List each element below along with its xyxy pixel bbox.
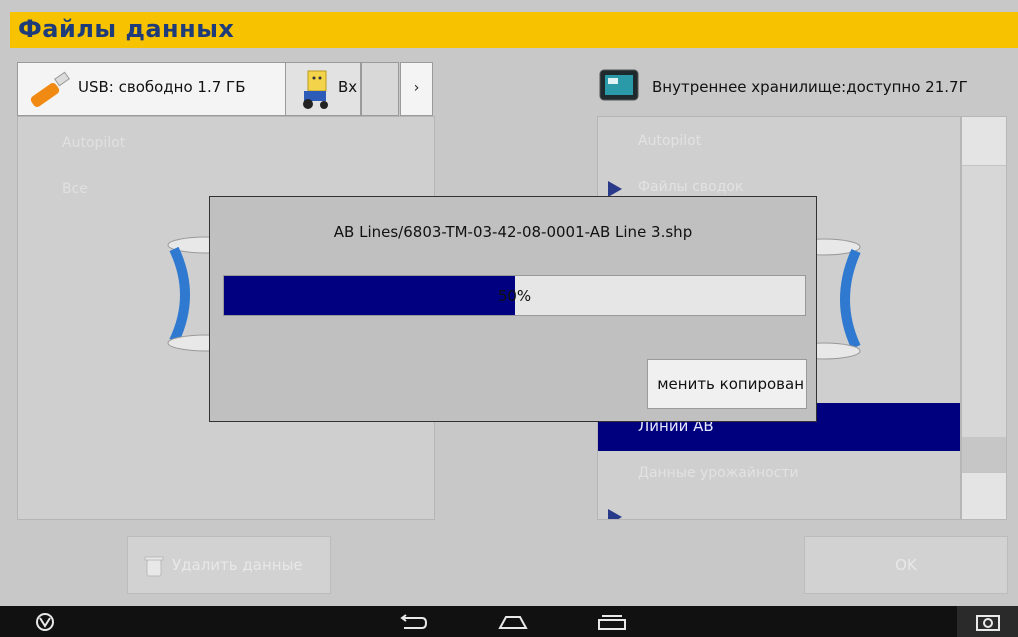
expand-arrow-icon[interactable] — [608, 181, 622, 197]
list-item[interactable]: Данные урожайности — [638, 465, 799, 481]
display-unit-icon — [599, 69, 639, 101]
cancel-copy-label: менить копирован — [657, 375, 804, 393]
list-item[interactable]: Все — [62, 181, 88, 197]
scroll-down-button[interactable] — [962, 472, 1006, 519]
tab-scroll-left-button[interactable] — [361, 62, 399, 116]
recent-apps-icon[interactable] — [596, 614, 628, 630]
copy-progress-dialog: AB Lines/6803-TM-03-42-08-0001-AB Line 3… — [209, 196, 817, 422]
trash-icon — [144, 556, 164, 577]
camera-icon — [976, 615, 1000, 631]
home-icon[interactable] — [497, 614, 529, 630]
delete-data-button[interactable]: Удалить данные — [127, 536, 331, 594]
back-icon[interactable] — [398, 614, 428, 630]
title-banner: Файлы данных — [10, 12, 1018, 48]
tab-inbox[interactable]: Вх — [285, 62, 361, 116]
delete-data-label: Удалить данные — [172, 556, 303, 574]
usb-stick-icon — [30, 71, 70, 107]
tab-usb[interactable]: USB: свободно 1.7 ГБ — [17, 62, 285, 116]
progress-percent: 50% — [497, 287, 532, 305]
tab-scroll-right-button[interactable]: › — [400, 62, 433, 116]
copying-file-path: AB Lines/6803-TM-03-42-08-0001-AB Line 3… — [333, 223, 693, 241]
progress-bar: 50% — [223, 275, 806, 316]
expand-arrow-icon[interactable] — [608, 509, 622, 519]
list-item[interactable]: Файлы сводок — [638, 179, 743, 195]
tab-inbox-label: Вх — [338, 78, 358, 96]
power-icon[interactable] — [34, 612, 56, 632]
chevron-right-icon: › — [413, 80, 420, 96]
tab-usb-label: USB: свободно 1.7 ГБ — [78, 78, 246, 96]
list-scrollbar[interactable] — [961, 116, 1007, 520]
list-item[interactable]: Autopilot — [62, 135, 125, 151]
inbox-tractor-icon — [303, 70, 328, 109]
title-bar: Файлы данных — [0, 0, 1018, 60]
list-item[interactable]: Autopilot — [638, 133, 701, 149]
system-nav-bar — [0, 606, 1018, 637]
scroll-up-button[interactable] — [962, 117, 1006, 166]
cancel-copy-button[interactable]: менить копирован — [647, 359, 807, 409]
ok-button[interactable]: OK — [804, 536, 1008, 594]
scroll-thumb[interactable] — [962, 437, 1006, 475]
screenshot-button[interactable] — [957, 606, 1018, 637]
internal-storage-label: Внутреннее хранилище:доступно 21.7Г — [652, 78, 968, 96]
page-title: Файлы данных — [18, 15, 235, 43]
